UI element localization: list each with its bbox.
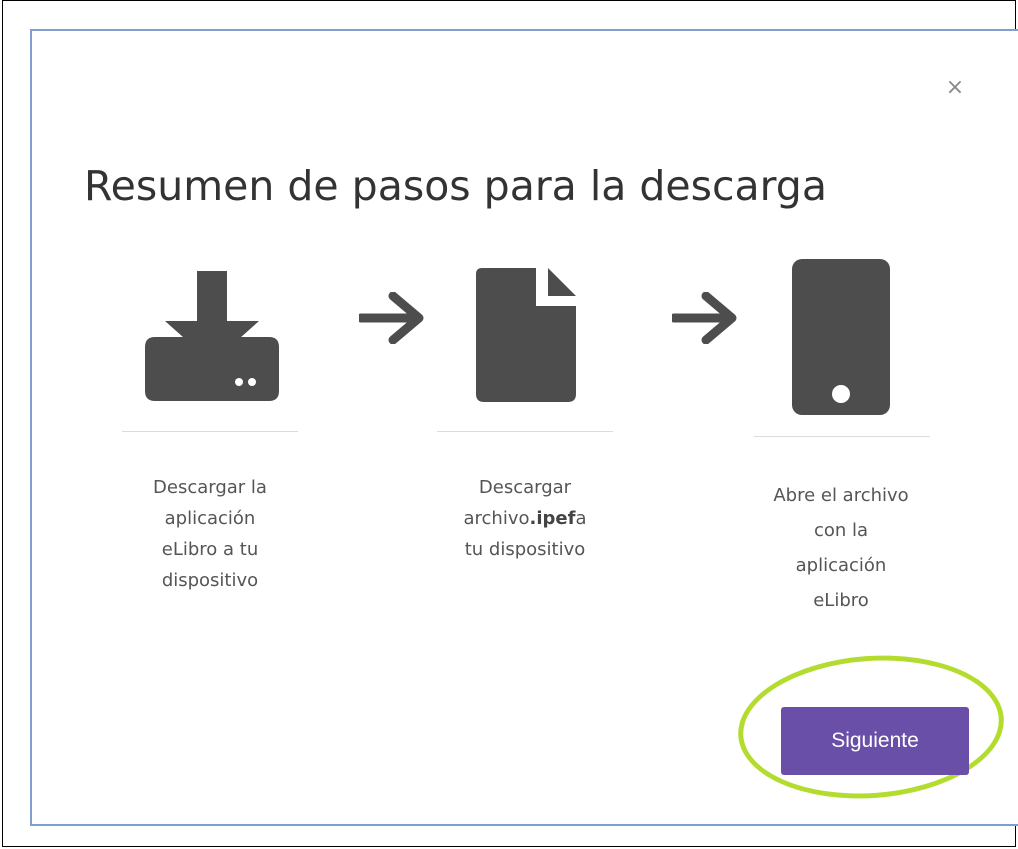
step-line: eLibro a tu: [161, 539, 259, 560]
step-line: aplicación: [164, 508, 256, 529]
file-extension: .ipef: [529, 508, 576, 529]
modal-title: Resumen de pasos para la descarga: [84, 162, 827, 210]
step-line: tu dispositivo: [464, 539, 586, 560]
filename-prefix: archivo: [463, 508, 530, 529]
step-line: Abre el archivo: [773, 485, 909, 506]
step-line: Descargar: [478, 477, 572, 498]
step-divider: [437, 431, 613, 432]
step-divider: [122, 431, 298, 432]
close-button[interactable]: ×: [937, 72, 973, 104]
arrow-right-icon: [672, 292, 737, 344]
step-line: dispositivo: [161, 570, 259, 591]
step-description-download-app: Descargar la aplicación eLibro a tu disp…: [110, 472, 310, 596]
step-line: con la: [813, 520, 869, 541]
step-divider: [754, 436, 930, 437]
download-icon: [145, 271, 279, 401]
file-icon: [476, 268, 576, 402]
step-line: aplicación: [795, 555, 887, 576]
step-line: Descargar la: [153, 477, 267, 498]
filename-suffix: a: [575, 508, 587, 529]
arrow-right-icon: [359, 292, 424, 344]
step-description-download-file: Descargar archivo.ipefa tu dispositivo: [420, 472, 630, 565]
smartphone-icon: [792, 259, 890, 415]
next-button[interactable]: Siguiente: [781, 707, 969, 775]
step-line: eLibro: [813, 590, 869, 611]
step-line: archivo.ipefa: [420, 503, 630, 534]
step-description-open-file: Abre el archivo con la aplicación eLibro: [736, 478, 946, 618]
